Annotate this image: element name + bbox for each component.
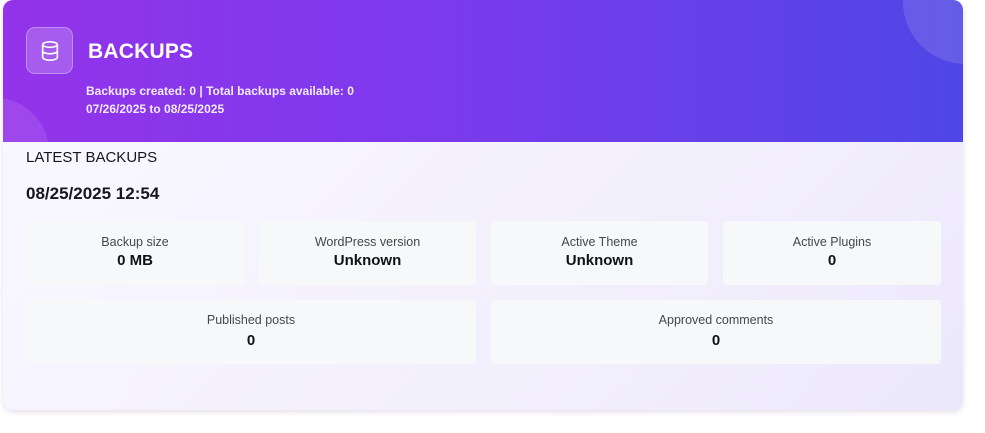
stat-published-posts: Published posts 0 [26,300,476,364]
stat-value: 0 [711,332,721,349]
stat-label: WordPress version [314,235,421,249]
stat-value: 0 [246,332,256,349]
stat-wordpress-version: WordPress version Unknown [259,221,476,285]
stat-backup-size: Backup size 0 MB [26,221,244,285]
decorative-circle [3,98,49,142]
stat-value: 0 [827,252,837,269]
stat-value: Unknown [333,252,402,269]
stat-active-theme: Active Theme Unknown [491,221,708,285]
stat-active-plugins: Active Plugins 0 [723,221,941,285]
stat-label: Active Plugins [792,235,872,249]
database-icon [26,27,73,74]
stat-label: Backup size [101,235,169,249]
latest-backup-datetime: 08/25/2025 12:54 [26,184,160,203]
stat-approved-comments: Approved comments 0 [491,300,941,364]
decorative-circle [903,0,963,64]
stat-value: 0 MB [117,252,153,269]
stat-value: Unknown [565,252,634,269]
stat-label: Published posts [206,313,296,327]
date-range: 07/26/2025 to 08/25/2025 [86,102,225,116]
stat-label: Active Theme [561,235,638,249]
page-title: BACKUPS [88,40,194,63]
stat-label: Approved comments [658,313,774,327]
backups-header: BACKUPS Backups created: 0 | Total backu… [3,0,963,142]
backups-summary: Backups created: 0 | Total backups avail… [86,84,354,98]
backups-card: BACKUPS Backups created: 0 | Total backu… [3,0,963,410]
latest-backups-heading: LATEST BACKUPS [26,149,158,166]
